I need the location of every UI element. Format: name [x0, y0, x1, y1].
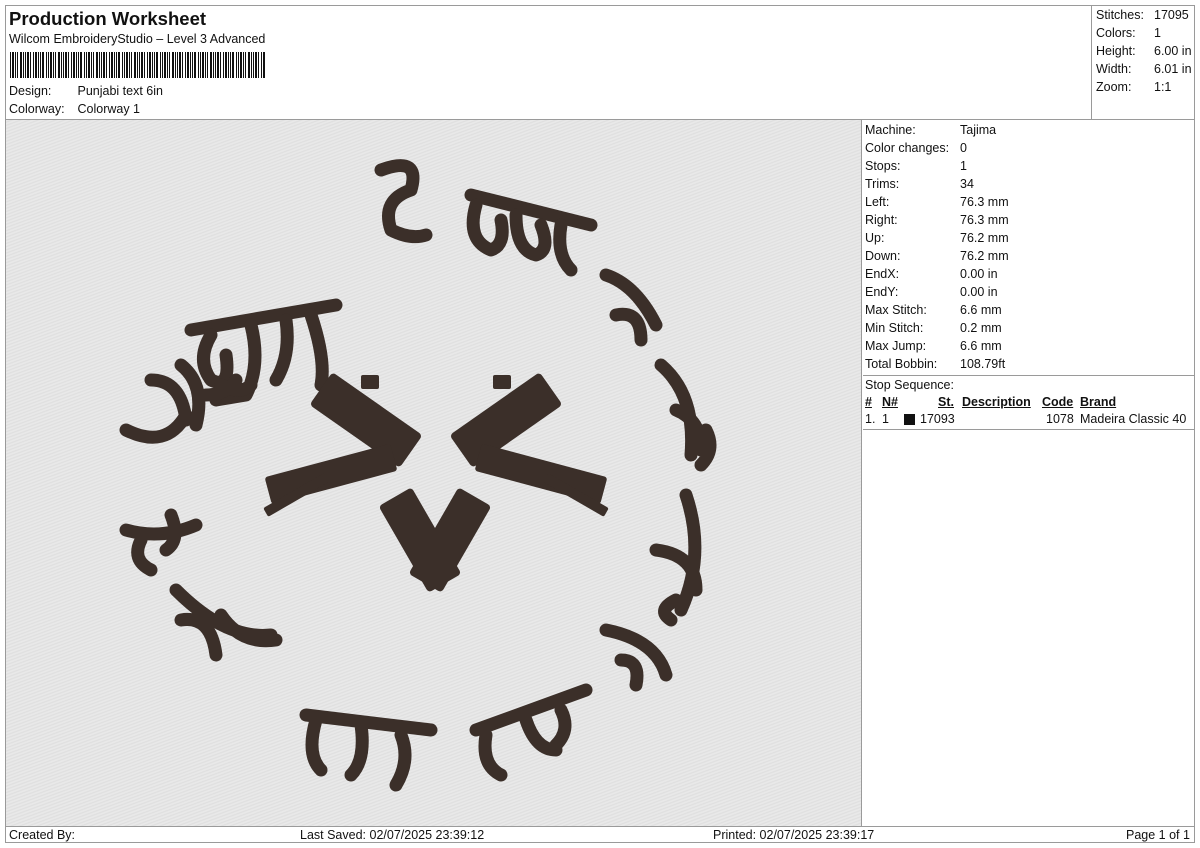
stat-stitches: Stitches: 17095 — [1096, 8, 1189, 22]
last-saved: Last Saved: 02/07/2025 23:39:12 — [300, 828, 485, 842]
property-label: Stops: — [865, 159, 901, 173]
stop-sequence-divider — [863, 429, 1195, 430]
property-label: Min Stitch: — [865, 321, 924, 335]
property-row: Total Bobbin: 108.79ft — [863, 355, 1195, 373]
property-row: Up: 76.2 mm — [863, 229, 1195, 247]
worksheet-frame: Production Worksheet Wilcom EmbroiderySt… — [5, 5, 1195, 843]
stat-height: Height: 6.00 in — [1096, 44, 1192, 58]
printed-date: Printed: 02/07/2025 23:39:17 — [713, 828, 875, 842]
property-value: 76.3 mm — [960, 213, 1009, 227]
worksheet-footer: Created By: Last Saved: 02/07/2025 23:39… — [6, 826, 1195, 843]
property-label: Color changes: — [865, 141, 950, 155]
property-row: Max Jump: 6.6 mm — [863, 337, 1195, 355]
punjabi-text-ring — [119, 159, 717, 792]
stop-sequence-header: # N# St. Description Code Brand — [863, 394, 1195, 411]
property-row: Max Stitch: 6.6 mm — [863, 301, 1195, 319]
stats-panel: Stitches: 17095 Colors: 1 Height: 6.00 in W… — [1092, 6, 1195, 119]
colorway-row: Colorway: Colorway 1 — [9, 102, 140, 116]
property-label: Machine: — [865, 123, 916, 137]
col-description: Description — [962, 395, 1031, 409]
property-value: 76.2 mm — [960, 249, 1009, 263]
property-value: 0.00 in — [960, 285, 998, 299]
property-value: 6.6 mm — [960, 303, 1002, 317]
property-row: Right: 76.3 mm — [863, 211, 1195, 229]
barcode — [10, 52, 265, 78]
property-label: Trims: — [865, 177, 900, 191]
property-label: Up: — [865, 231, 885, 245]
property-value: Tajima — [960, 123, 997, 137]
design-preview — [6, 120, 862, 826]
property-label: Max Stitch: — [865, 303, 927, 317]
property-row: EndX: 0.00 in — [863, 265, 1195, 283]
colorway-name: Colorway 1 — [77, 102, 141, 116]
property-value: 6.6 mm — [960, 339, 1002, 353]
design-name: Punjabi text 6in — [77, 84, 163, 98]
property-value: 76.3 mm — [960, 195, 1009, 209]
worksheet-header: Production Worksheet Wilcom EmbroiderySt… — [6, 6, 1092, 119]
stat-width: Width: 6.01 in — [1096, 62, 1192, 76]
property-label: Max Jump: — [865, 339, 927, 353]
property-value: 0.2 mm — [960, 321, 1002, 335]
property-row: Stops: 1 — [863, 157, 1195, 175]
col-num: # — [865, 395, 872, 409]
stop-sequence-row: 1. 1 17093 1078 Madeira Classic 40 — [865, 412, 1187, 426]
thread-color-swatch — [904, 414, 915, 425]
property-row: Left: 76.3 mm — [863, 193, 1195, 211]
property-list: Machine: Tajima Color changes: 0 Stops: 1 Trim… — [863, 121, 1195, 373]
stat-colors: Colors: 1 — [1096, 26, 1161, 40]
crossed-guns — [263, 373, 609, 592]
property-label: Right: — [865, 213, 898, 227]
col-code: Code — [1042, 395, 1074, 409]
properties-panel: Machine: Tajima Color changes: 0 Stops: 1 Trim… — [863, 120, 1195, 826]
property-label: Down: — [865, 249, 901, 263]
created-by: Created By: — [9, 828, 76, 842]
design-label: Design: — [9, 84, 52, 98]
property-row: Min Stitch: 0.2 mm — [863, 319, 1195, 337]
col-n: N# — [882, 395, 898, 409]
property-label: Total Bobbin: — [865, 357, 938, 371]
page-title: Production Worksheet — [9, 8, 207, 29]
property-label: Left: — [865, 195, 890, 209]
property-row: Trims: 34 — [863, 175, 1195, 193]
embroidery-design — [119, 159, 717, 792]
stat-zoom: Zoom: 1:1 — [1096, 80, 1172, 94]
property-value: 34 — [960, 177, 974, 191]
col-st: St. — [938, 395, 954, 409]
colorway-label: Colorway: — [9, 102, 65, 116]
property-value: 108.79ft — [960, 357, 1006, 371]
property-value: 0 — [960, 141, 967, 155]
stop-sequence-title: Stop Sequence: — [865, 378, 954, 392]
property-value: 0.00 in — [960, 267, 998, 281]
property-row: EndY: 0.00 in — [863, 283, 1195, 301]
property-value: 76.2 mm — [960, 231, 1009, 245]
design-row: Design: Punjabi text 6in — [9, 84, 163, 98]
property-value: 1 — [960, 159, 967, 173]
page-number: Page 1 of 1 — [1126, 828, 1190, 842]
col-brand: Brand — [1080, 395, 1117, 409]
property-label: EndX: — [865, 267, 900, 281]
property-row: Down: 76.2 mm — [863, 247, 1195, 265]
property-label: EndY: — [865, 285, 899, 299]
software-name: Wilcom EmbroideryStudio – Level 3 Advanc… — [9, 32, 266, 46]
property-row: Color changes: 0 — [863, 139, 1195, 157]
property-row: Machine: Tajima — [863, 121, 1195, 139]
